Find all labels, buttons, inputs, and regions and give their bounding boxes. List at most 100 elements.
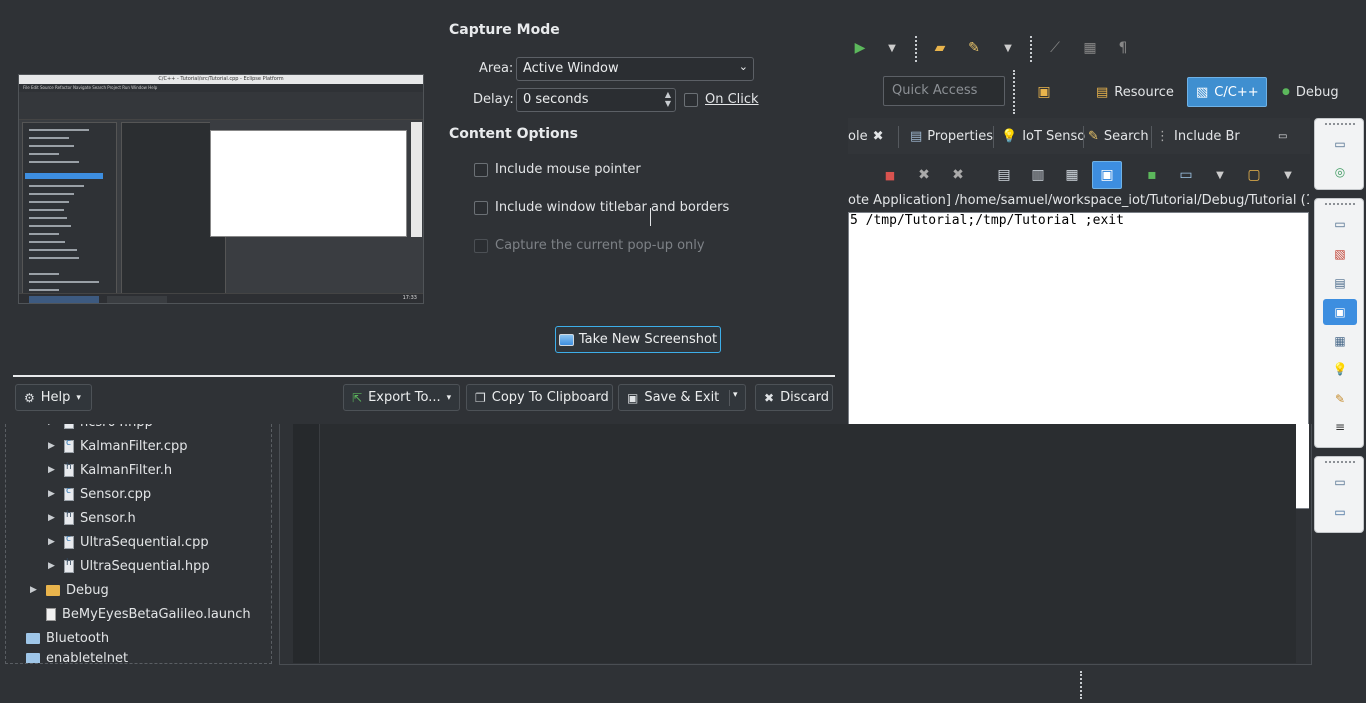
discard-label: Discard bbox=[780, 390, 829, 405]
trim-stack: ▭ ▭ bbox=[1314, 456, 1364, 533]
tree-item[interactable]: ▶ UltraSequential.hpp bbox=[48, 555, 210, 577]
toolbar-separator bbox=[1013, 70, 1015, 114]
toolbar-separator bbox=[1030, 36, 1032, 62]
restore-icon[interactable]: ▭ bbox=[1330, 472, 1350, 492]
delay-spinbox[interactable]: 0 seconds ▲ ▼ bbox=[516, 88, 676, 112]
preview-taskbar: 17:33 bbox=[19, 293, 423, 303]
search-trim-icon[interactable]: ✎ bbox=[1330, 389, 1350, 409]
export-button[interactable]: ⇱ Export To... ▾ bbox=[343, 384, 460, 411]
preview-selected-row bbox=[25, 173, 103, 179]
spin-arrows-icon[interactable]: ▲ ▼ bbox=[665, 90, 671, 108]
copy-to-clipboard-button[interactable]: ❐ Copy To Clipboard bbox=[466, 384, 613, 411]
expand-arrow-icon[interactable]: ▶ bbox=[48, 537, 58, 547]
include-trim-icon[interactable]: ≡ bbox=[1330, 417, 1350, 437]
clear-console-icon[interactable]: ▤ bbox=[994, 165, 1014, 185]
tab-console[interactable]: ole ✖ bbox=[848, 118, 883, 154]
tree-item[interactable]: ▶ UltraSequential.cpp bbox=[48, 531, 209, 553]
open-folder-icon[interactable]: ▰ bbox=[930, 38, 950, 58]
popup-only-checkbox bbox=[474, 239, 488, 253]
display-console-icon[interactable]: ▭ bbox=[1176, 165, 1196, 185]
preview-tree-line bbox=[29, 273, 59, 275]
restore-view-icon[interactable]: ▭ bbox=[1278, 118, 1287, 154]
tree-item[interactable]: enabletelnet bbox=[26, 651, 128, 663]
chevron-down-icon: ▾ bbox=[76, 392, 81, 403]
tab-separator bbox=[898, 126, 899, 148]
trim-stack: ▭ ▧ ▤ ▣ ▦ 💡 ✎ ≡ bbox=[1314, 198, 1364, 448]
outline-icon[interactable]: ◎ bbox=[1330, 162, 1350, 182]
bulb-trim-icon[interactable]: 💡 bbox=[1330, 359, 1350, 379]
restore-icon[interactable]: ▭ bbox=[1330, 214, 1350, 234]
close-icon[interactable]: ✖ bbox=[873, 129, 884, 144]
tree-item[interactable]: Bluetooth bbox=[26, 627, 109, 649]
tree-item[interactable]: ▶ Sensor.cpp bbox=[48, 483, 151, 505]
tree-item[interactable]: ▶ KalmanFilter.cpp bbox=[48, 435, 188, 457]
window-icon[interactable]: ▭ bbox=[1330, 502, 1350, 522]
editor-area[interactable] bbox=[320, 424, 1296, 663]
run-dropdown-icon[interactable]: ▼ bbox=[882, 38, 902, 58]
tab-search[interactable]: ✎ Search bbox=[1088, 118, 1149, 154]
titlebar-borders-label[interactable]: Include window titlebar and borders bbox=[495, 200, 729, 215]
display-dropdown-icon[interactable]: ▼ bbox=[1210, 165, 1230, 185]
tree-item[interactable]: ▶ Sensor.h bbox=[48, 507, 136, 529]
trim-handle[interactable] bbox=[1325, 461, 1355, 463]
perspective-resource[interactable]: ▤ Resource bbox=[1088, 77, 1182, 107]
console-trim-icon[interactable]: ▣ bbox=[1323, 299, 1357, 325]
word-wrap-icon[interactable]: ▦ bbox=[1062, 165, 1082, 185]
problems-icon[interactable]: ▧ bbox=[1330, 244, 1350, 264]
remove-all-icon[interactable]: ✖ bbox=[948, 165, 968, 185]
restore-icon[interactable]: ▭ bbox=[1330, 134, 1350, 154]
brush-icon[interactable]: ⟋ bbox=[1045, 38, 1065, 58]
terminate-icon[interactable]: ■ bbox=[880, 165, 900, 185]
pen-dropdown-icon[interactable]: ▼ bbox=[998, 38, 1018, 58]
save-dropdown-icon[interactable]: ▾ bbox=[733, 390, 738, 400]
source-file-icon bbox=[64, 534, 74, 549]
new-console-dropdown-icon[interactable]: ▼ bbox=[1278, 165, 1298, 185]
tasks-icon[interactable]: ▤ bbox=[1330, 273, 1350, 293]
tree-item[interactable]: BeMyEyesBetaGalileo.launch bbox=[46, 603, 251, 625]
tree-item[interactable]: ▶ KalmanFilter.h bbox=[48, 459, 172, 481]
perspective-debug[interactable]: ● Debug bbox=[1274, 77, 1347, 107]
expand-arrow-icon[interactable]: ▶ bbox=[48, 489, 58, 499]
expand-arrow-icon[interactable]: ▶ bbox=[48, 513, 58, 523]
help-button[interactable]: ⚙ Help ▾ bbox=[15, 384, 92, 411]
properties-trim-icon[interactable]: ▦ bbox=[1330, 331, 1350, 351]
tab-separator bbox=[1083, 126, 1084, 148]
tab-iot-sensor[interactable]: 💡 IoT Senso bbox=[1001, 118, 1085, 154]
show-console-icon[interactable]: ▣ bbox=[1092, 161, 1122, 189]
expand-arrow-icon[interactable]: ▶ bbox=[30, 585, 40, 595]
trim-handle[interactable] bbox=[1325, 123, 1355, 125]
quick-access-input[interactable]: Quick Access bbox=[883, 76, 1005, 106]
tree-item-label: BeMyEyesBetaGalileo.launch bbox=[62, 606, 251, 622]
grid-icon[interactable]: ▦ bbox=[1080, 38, 1100, 58]
take-new-screenshot-button[interactable]: Take New Screenshot bbox=[555, 326, 721, 353]
area-select[interactable]: Active Window ⌄ bbox=[516, 57, 754, 81]
tab-properties[interactable]: ▤ Properties bbox=[910, 118, 993, 154]
clipboard-icon: ❐ bbox=[475, 390, 486, 405]
expand-arrow-icon[interactable]: ▶ bbox=[48, 441, 58, 451]
pin-console-icon[interactable]: ▪ bbox=[1142, 165, 1162, 185]
pen-icon[interactable]: ✎ bbox=[964, 38, 984, 58]
remove-launch-icon[interactable]: ✖ bbox=[914, 165, 934, 185]
mouse-pointer-checkbox[interactable] bbox=[474, 163, 488, 177]
tab-include-browser[interactable]: ⋮ Include Br bbox=[1156, 118, 1240, 154]
perspective-cpp[interactable]: ▧ C/C++ bbox=[1187, 77, 1267, 107]
trim-handle[interactable] bbox=[1325, 203, 1355, 205]
screenshot-preview[interactable]: C/C++ - Tutorial/src/Tutorial.cpp - Ecli… bbox=[18, 74, 424, 304]
expand-arrow-icon[interactable]: ▶ bbox=[48, 561, 58, 571]
console-process-title: ote Application] /home/samuel/workspace_… bbox=[848, 193, 1309, 208]
discard-button[interactable]: ✖ Discard bbox=[755, 384, 833, 411]
on-click-label[interactable]: On Click bbox=[705, 92, 759, 107]
scroll-lock-icon[interactable]: ▥ bbox=[1028, 165, 1048, 185]
preview-console-tabs bbox=[210, 122, 407, 130]
titlebar-borders-checkbox[interactable] bbox=[474, 201, 488, 215]
mouse-pointer-label[interactable]: Include mouse pointer bbox=[495, 162, 641, 177]
save-and-exit-button[interactable]: ▣ Save & Exit bbox=[618, 384, 746, 411]
new-console-icon[interactable]: ▢ bbox=[1244, 165, 1264, 185]
open-perspective-icon[interactable]: ▣ bbox=[1034, 82, 1054, 102]
expand-arrow-icon[interactable]: ▶ bbox=[48, 465, 58, 475]
tree-item[interactable]: ▶ Debug bbox=[30, 579, 109, 601]
pilcrow-icon[interactable]: ¶ bbox=[1113, 38, 1133, 58]
run-external-icon[interactable]: ▶ bbox=[850, 38, 870, 58]
capture-mode-title: Capture Mode bbox=[449, 22, 560, 38]
on-click-checkbox[interactable] bbox=[684, 93, 698, 107]
